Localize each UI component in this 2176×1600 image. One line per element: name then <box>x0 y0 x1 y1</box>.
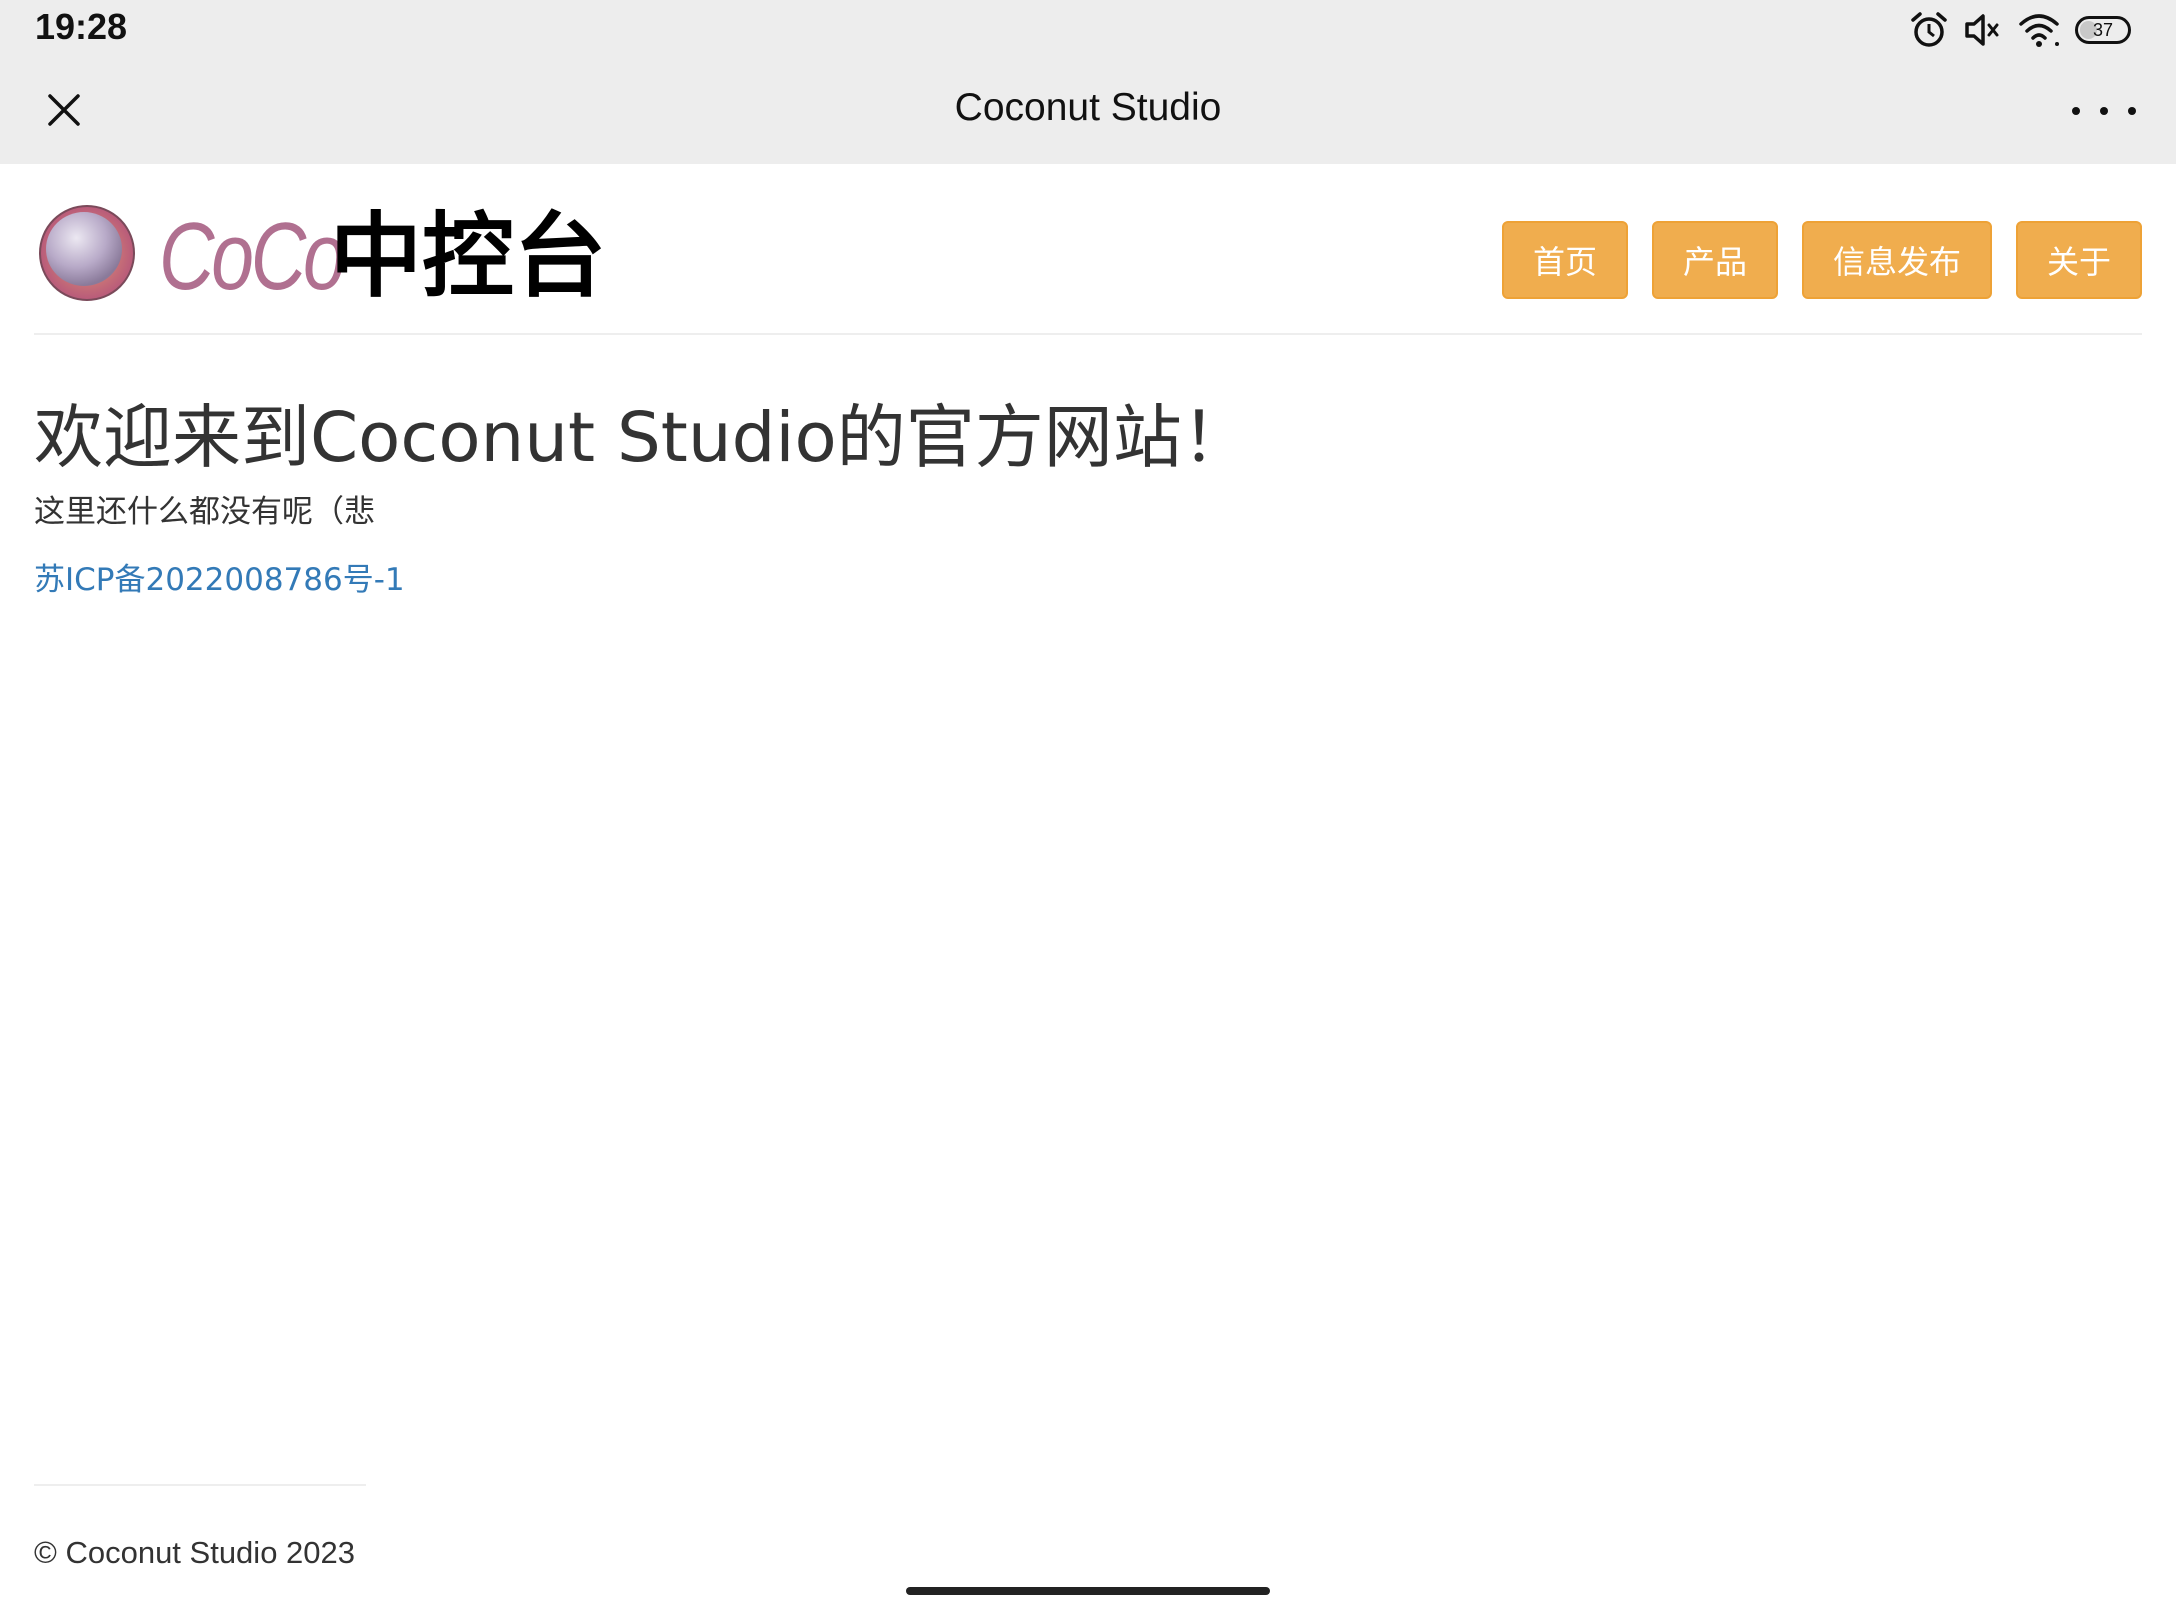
more-button[interactable] <box>2072 96 2136 126</box>
brand-name-latin: CoCo <box>159 203 346 310</box>
mute-icon <box>1963 10 2003 50</box>
battery-icon: 37 <box>2075 16 2131 44</box>
home-indicator[interactable] <box>906 1587 1270 1595</box>
alarm-icon <box>1909 10 1949 50</box>
battery-level: 37 <box>2092 19 2114 40</box>
footer-divider <box>34 1484 366 1486</box>
main-nav: 首页 产品 信息发布 关于 <box>1501 221 2142 299</box>
welcome-heading: 欢迎来到Coconut Studio的官方网站！ <box>34 398 1251 478</box>
nav-button-home[interactable]: 首页 <box>1501 221 1628 299</box>
status-time: 19:28 <box>35 6 128 47</box>
title-bar: Coconut Studio <box>0 56 2176 164</box>
copyright-footer: © Coconut Studio 2023 <box>34 1535 356 1570</box>
icp-license-link[interactable]: 苏ICP备2022008786号-1 <box>34 554 405 599</box>
status-icons: 37 <box>1909 10 2131 50</box>
site-header: CoCo 中控台 首页 产品 信息发布 关于 <box>34 164 2142 335</box>
wifi-icon <box>2017 10 2061 50</box>
more-icon-dot <box>2128 107 2136 115</box>
nav-button-products[interactable]: 产品 <box>1651 221 1778 299</box>
placeholder-text: 这里还什么都没有呢（悲 <box>34 494 375 530</box>
page-title: Coconut Studio <box>954 86 1222 129</box>
more-icon-dot <box>2100 107 2108 115</box>
more-icon-dot <box>2072 107 2080 115</box>
web-page: CoCo 中控台 首页 产品 信息发布 关于 欢迎来到Coconut Studi… <box>34 164 2142 598</box>
status-bar: 19:28 37 <box>0 0 2176 56</box>
nav-button-about[interactable]: 关于 <box>2015 221 2142 299</box>
nav-button-news[interactable]: 信息发布 <box>1801 221 1992 299</box>
coconut-logo[interactable] <box>38 204 136 302</box>
brand-name-chinese: 中控台 <box>330 203 607 310</box>
